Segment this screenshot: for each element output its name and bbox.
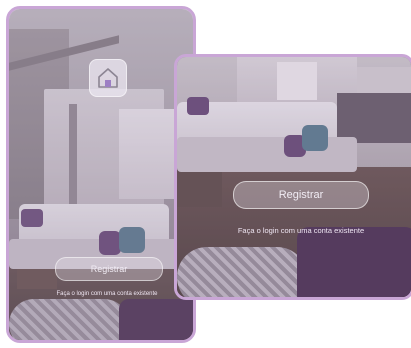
mockup-stage: Registrar Faça o login com uma conta exi… <box>0 0 411 348</box>
register-button[interactable]: Registrar <box>233 181 369 209</box>
app-logo <box>89 59 127 97</box>
register-button-label: Registrar <box>278 189 324 201</box>
login-existing-link[interactable]: Faça o login com uma conta existente <box>54 291 160 298</box>
tablet-screen: Registrar Faça o login com uma conta exi… <box>174 54 411 300</box>
house-icon <box>98 68 118 88</box>
register-button[interactable]: Registrar <box>55 257 163 281</box>
photo-overlay <box>177 57 411 297</box>
background-photo <box>177 57 411 297</box>
login-existing-link[interactable]: Faça o login com uma conta existente <box>234 226 368 235</box>
phone-screen: Registrar Faça o login com uma conta exi… <box>6 6 196 343</box>
register-button-label: Registrar <box>90 264 128 274</box>
